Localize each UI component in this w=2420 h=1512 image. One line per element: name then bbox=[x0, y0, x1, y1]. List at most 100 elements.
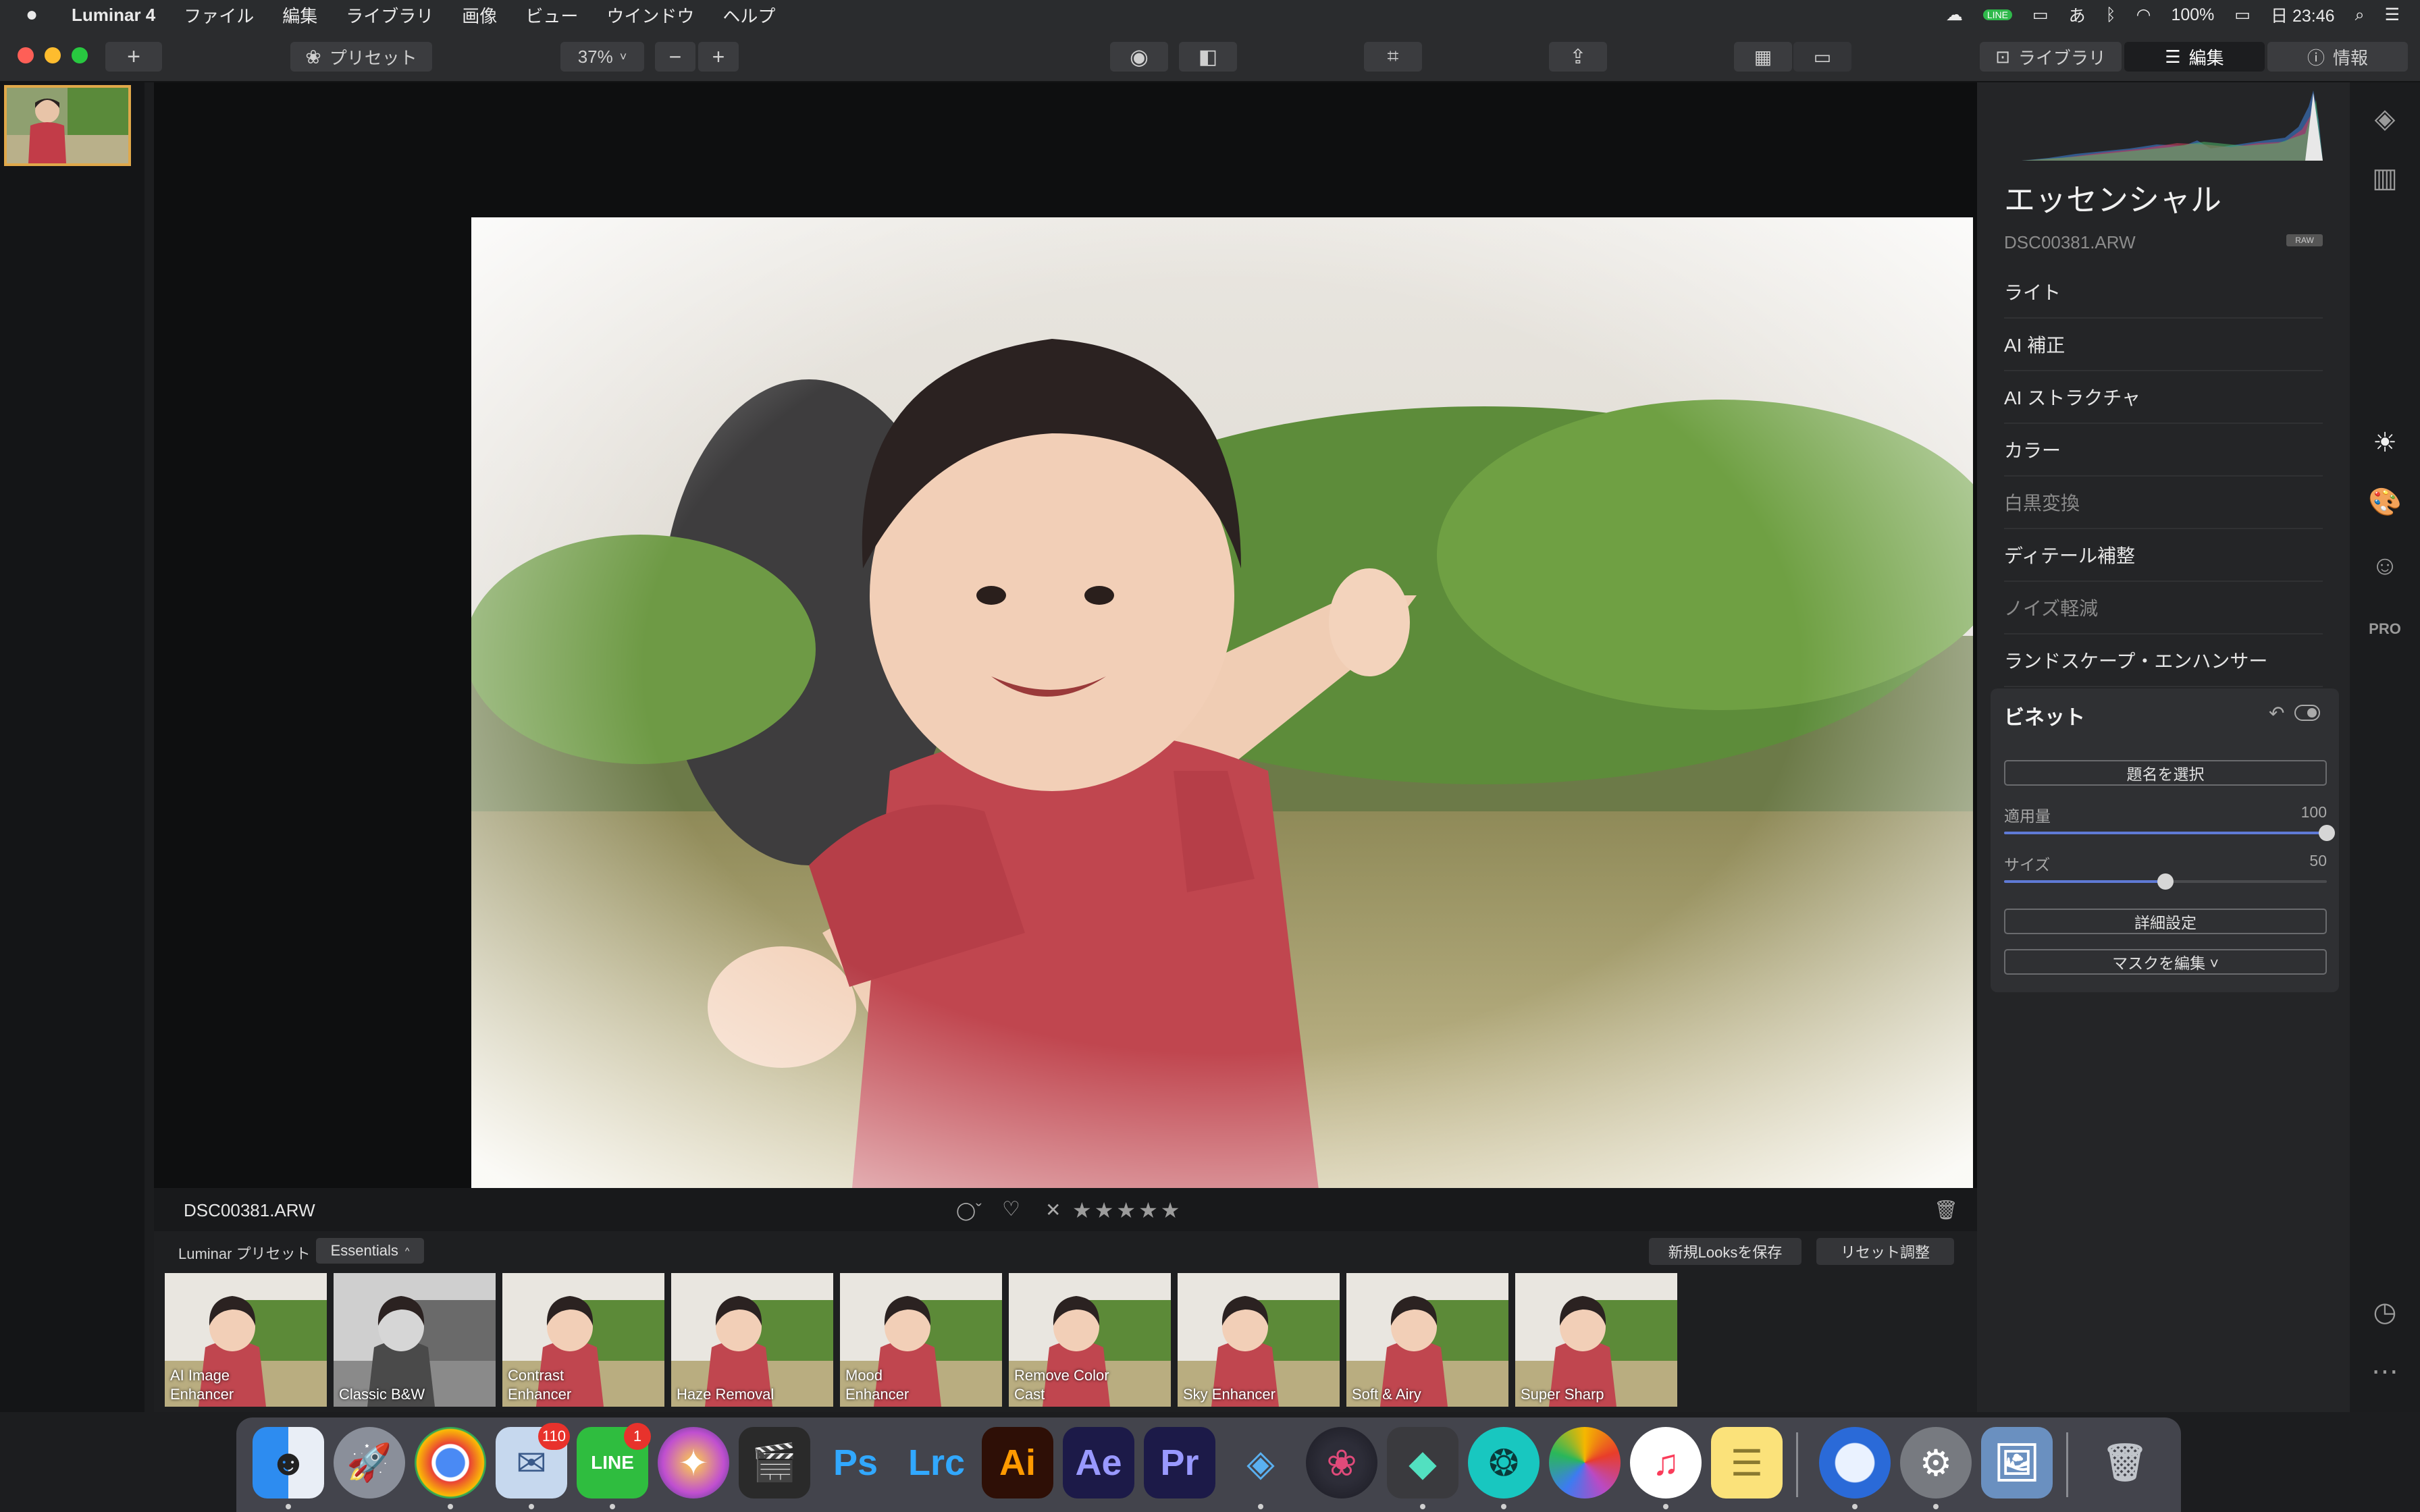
presets-button[interactable]: ❀ プリセット bbox=[290, 42, 432, 72]
battery-icon[interactable]: ▭ bbox=[2234, 5, 2251, 25]
creative-palette-icon[interactable]: 🎨 bbox=[2367, 485, 2402, 520]
preset-thumbnail[interactable]: Mood Enhancer bbox=[840, 1273, 1002, 1407]
flag-button[interactable]: ◯ˇ bbox=[956, 1200, 982, 1221]
photoshop-icon[interactable]: Ps bbox=[820, 1427, 891, 1498]
reject-icon[interactable]: ✕ bbox=[1045, 1199, 1061, 1221]
creative-cloud-icon[interactable]: ☁ bbox=[1946, 5, 1963, 25]
lightroom-classic-icon[interactable]: Lrc bbox=[901, 1427, 972, 1498]
motion-icon[interactable]: ✦ bbox=[658, 1427, 729, 1498]
apple-icon[interactable]: ● bbox=[26, 3, 38, 26]
menu-library[interactable]: ライブラリ bbox=[346, 3, 433, 28]
music-icon[interactable]: ♫ bbox=[1630, 1427, 1702, 1498]
preset-thumbnail[interactable]: Haze Removal bbox=[671, 1273, 833, 1407]
more-options-icon[interactable]: ⋯ bbox=[2367, 1354, 2402, 1389]
history-clock-icon[interactable]: ◷ bbox=[2367, 1295, 2402, 1330]
minimize-window-button[interactable] bbox=[45, 47, 61, 63]
menu-help[interactable]: ヘルプ bbox=[722, 3, 775, 28]
trash-icon[interactable]: 🗑 bbox=[1934, 1199, 1958, 1221]
star-rating[interactable]: ★★★★★ bbox=[1072, 1197, 1182, 1223]
reset-adjustments-button[interactable]: リセット調整 bbox=[1816, 1238, 1954, 1265]
illustrator-icon[interactable]: Ai bbox=[982, 1427, 1053, 1498]
bluetooth-icon[interactable]: ᛒ bbox=[2106, 5, 2116, 25]
menu-view[interactable]: ビュー bbox=[525, 3, 578, 28]
luminar-brain-icon[interactable]: ❂ bbox=[1468, 1427, 1540, 1498]
heart-icon[interactable]: ♡ bbox=[1002, 1197, 1020, 1221]
finder-icon[interactable]: ☻ bbox=[253, 1427, 324, 1498]
tab-info[interactable]: ⓘ 情報 bbox=[2267, 42, 2408, 72]
mail-stamp-icon[interactable]: ✉ 110 bbox=[496, 1423, 570, 1498]
select-subject-button[interactable]: 題名を選択 bbox=[2004, 760, 2327, 786]
clock[interactable]: 日 23:46 bbox=[2271, 3, 2335, 27]
undo-icon[interactable]: ↶ bbox=[2269, 702, 2284, 724]
gallery-view-icon[interactable]: ▦ bbox=[1734, 42, 1792, 72]
preset-thumbnail[interactable]: Soft & Airy bbox=[1346, 1273, 1508, 1407]
advanced-settings-button[interactable]: 詳細設定 bbox=[2004, 909, 2327, 934]
quicktime-icon[interactable] bbox=[1819, 1427, 1891, 1498]
menu-file[interactable]: ファイル bbox=[184, 3, 254, 28]
portrait-face-icon[interactable]: ☺ bbox=[2367, 548, 2402, 583]
size-slider[interactable] bbox=[2004, 873, 2327, 890]
final-cut-icon[interactable]: 🎬 bbox=[739, 1427, 810, 1498]
size-slider-knob[interactable] bbox=[2157, 873, 2174, 890]
share-icon[interactable]: ⇪ bbox=[1549, 42, 1607, 72]
notification-center-icon[interactable]: ☰ bbox=[2385, 5, 2400, 25]
stack-layers-icon[interactable]: ◈ bbox=[1225, 1427, 1296, 1498]
spotlight-icon[interactable]: ⌕ bbox=[2355, 5, 2365, 25]
panel-section[interactable]: カラー bbox=[2004, 424, 2323, 477]
filmora-icon[interactable]: ◆ bbox=[1387, 1427, 1458, 1498]
photos-icon[interactable] bbox=[1549, 1427, 1621, 1498]
menu-image[interactable]: 画像 bbox=[462, 3, 497, 28]
line-status-icon[interactable]: LINE bbox=[1982, 9, 2012, 20]
panel-section[interactable]: ノイズ軽減 bbox=[2004, 582, 2323, 634]
zoom-in-button[interactable]: + bbox=[698, 42, 739, 72]
pro-tools-icon[interactable]: PRO bbox=[2367, 612, 2402, 647]
panel-section[interactable]: AI ストラクチャ bbox=[2004, 371, 2323, 424]
layers-icon[interactable]: ◈ bbox=[2367, 101, 2402, 136]
preset-thumbnail[interactable]: Classic B&W bbox=[334, 1273, 496, 1407]
close-window-button[interactable] bbox=[18, 47, 34, 63]
chrome-icon[interactable] bbox=[415, 1427, 486, 1498]
premiere-icon[interactable]: Pr bbox=[1144, 1427, 1215, 1498]
system-preferences-icon[interactable]: ⚙ bbox=[1900, 1427, 1972, 1498]
notes-icon[interactable]: ☰ bbox=[1711, 1427, 1783, 1498]
zoom-out-button[interactable]: − bbox=[655, 42, 695, 72]
toggle-visibility-icon[interactable] bbox=[2294, 705, 2320, 721]
preset-category-dropdown[interactable]: Essentials ^ bbox=[316, 1238, 424, 1264]
panel-section[interactable]: ランドスケープ・エンハンサー bbox=[2004, 634, 2323, 687]
preset-thumbnail[interactable]: Remove Color Cast bbox=[1009, 1273, 1171, 1407]
after-effects-icon[interactable]: Ae bbox=[1063, 1427, 1134, 1498]
davinci-resolve-icon[interactable]: ❀ bbox=[1306, 1427, 1377, 1498]
panel-section[interactable]: 白黒変換 bbox=[2004, 477, 2323, 529]
canvas-icon[interactable]: ▥ bbox=[2367, 161, 2402, 196]
preview-icon[interactable]: 🖼 bbox=[1981, 1427, 2053, 1498]
main-photo[interactable] bbox=[471, 217, 1973, 1218]
amount-slider[interactable] bbox=[2004, 825, 2335, 841]
zoom-dropdown[interactable]: 37% ˅ bbox=[560, 42, 644, 72]
preset-thumbnail[interactable]: Contrast Enhancer bbox=[502, 1273, 664, 1407]
selected-image-thumbnail[interactable] bbox=[4, 85, 131, 166]
vignette-title[interactable]: ビネット bbox=[2004, 701, 2085, 730]
menu-edit[interactable]: 編集 bbox=[282, 3, 317, 28]
screen-icon[interactable]: ▭ bbox=[2032, 5, 2049, 25]
add-images-button[interactable]: + bbox=[105, 42, 162, 72]
menu-window[interactable]: ウインドウ bbox=[606, 3, 694, 28]
amount-slider-knob[interactable] bbox=[2319, 825, 2335, 841]
crop-icon[interactable]: ⌗ bbox=[1364, 42, 1422, 72]
wifi-icon[interactable]: ◠ bbox=[2136, 5, 2151, 25]
essentials-sun-icon[interactable]: ☀ bbox=[2367, 425, 2402, 460]
save-looks-button[interactable]: 新規Looksを保存 bbox=[1649, 1238, 1801, 1265]
zoom-window-button[interactable] bbox=[72, 47, 88, 63]
tab-library[interactable]: ⊡ ライブラリ bbox=[1980, 42, 2122, 72]
panel-section[interactable]: ライト bbox=[2004, 266, 2323, 319]
menu-app-name[interactable]: Luminar 4 bbox=[72, 5, 155, 26]
eye-icon[interactable]: ◉ bbox=[1110, 42, 1168, 72]
input-method-icon[interactable]: あ bbox=[2069, 3, 2086, 27]
launchpad-icon[interactable]: 🚀 bbox=[334, 1427, 405, 1498]
panel-section[interactable]: AI 補正 bbox=[2004, 319, 2323, 371]
single-view-icon[interactable]: ▭ bbox=[1793, 42, 1851, 72]
tab-edit[interactable]: ☰ 編集 bbox=[2124, 42, 2265, 72]
preset-thumbnail[interactable]: Sky Enhancer bbox=[1178, 1273, 1340, 1407]
panel-section[interactable]: ディテール補整 bbox=[2004, 529, 2323, 582]
compare-icon[interactable]: ◧ bbox=[1179, 42, 1237, 72]
preset-thumbnail[interactable]: Super Sharp bbox=[1515, 1273, 1677, 1407]
